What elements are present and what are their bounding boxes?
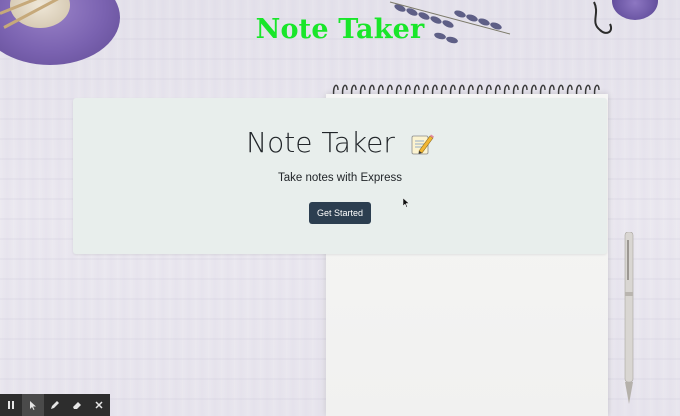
hero-title: Note Taker (246, 126, 395, 159)
site-title: Note Taker (255, 14, 425, 45)
pointer-icon[interactable] (22, 394, 44, 416)
hero-jumbotron: Note Taker Take notes with Express Get S… (73, 98, 607, 254)
pen-decoration (624, 232, 634, 404)
memo-icon (411, 134, 434, 155)
pause-icon[interactable] (0, 394, 22, 416)
pencil-icon[interactable] (44, 394, 66, 416)
hero-title-row: Note Taker (73, 126, 607, 159)
annotation-toolbar (0, 394, 110, 416)
mouse-cursor-icon (403, 198, 410, 208)
hero-subtitle: Take notes with Express (277, 172, 402, 184)
eraser-icon[interactable] (66, 394, 88, 416)
get-started-button[interactable]: Get Started (309, 202, 371, 224)
close-icon[interactable] (88, 394, 110, 416)
